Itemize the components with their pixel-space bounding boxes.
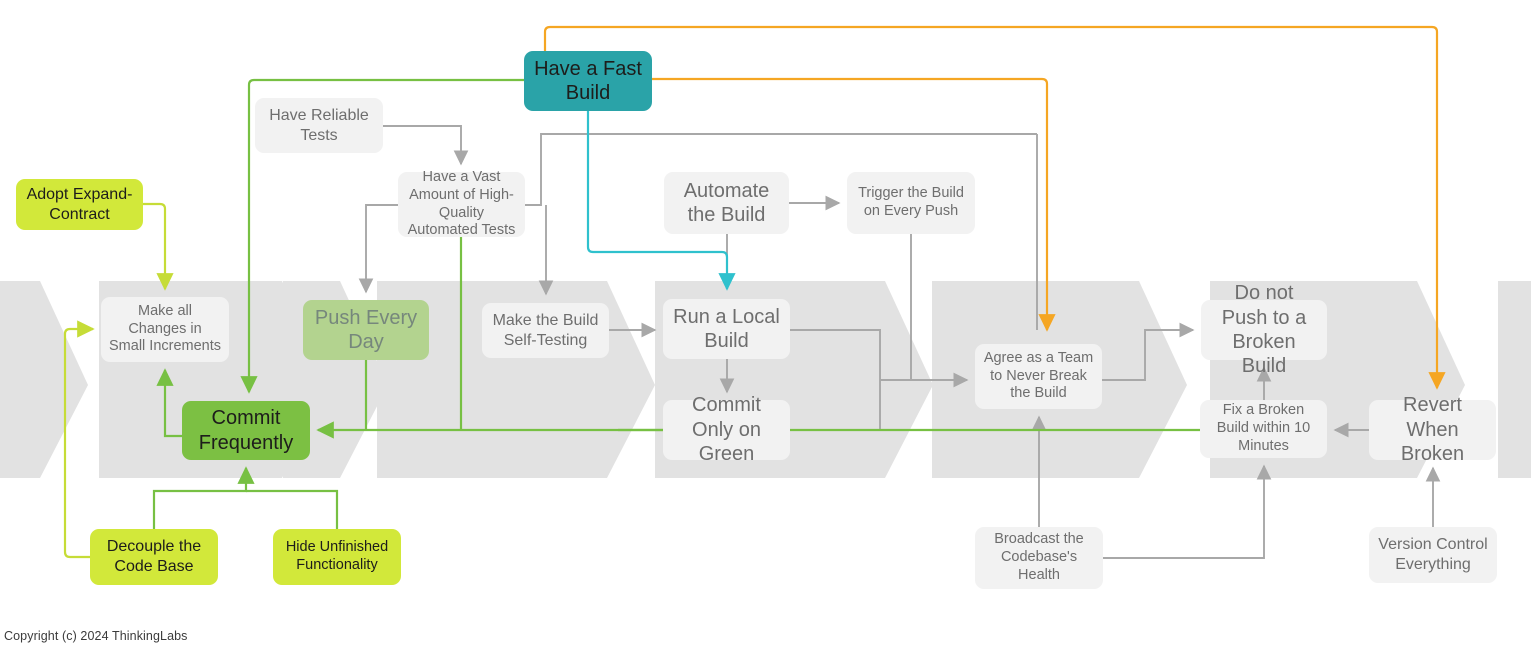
edge-adopt-expand-to-make-all-changes [143,202,174,291]
node-hide-unfinished-func[interactable]: Hide Unfinished Functionality [273,529,401,585]
node-revert-when-broken[interactable]: Revert When Broken [1369,394,1496,465]
node-trigger-build-every-push[interactable]: Trigger the Build on Every Push [847,172,975,234]
node-push-every-day[interactable]: Push Every Day [303,300,429,360]
node-decouple-code-base[interactable]: Decouple the Code Base [90,529,218,585]
node-version-control-everything[interactable]: Version Control Everything [1369,527,1497,583]
diagram-canvas: Have a Fast Build Have Reliable Tests Ha… [0,0,1531,653]
edge-broadcast-to-fix-broken-build [1103,464,1272,559]
node-automate-the-build[interactable]: Automate the Build [664,172,789,234]
band-edge-right [1498,281,1531,478]
node-adopt-expand-contract[interactable]: Adopt Expand-Contract [16,179,143,230]
edge-vast-amount-to-push-every-day [358,204,398,294]
node-agree-never-break-build[interactable]: Agree as a Team to Never Break the Build [975,344,1102,409]
node-make-build-self-testing[interactable]: Make the Build Self-Testing [482,303,609,358]
node-commit-only-on-green[interactable]: Commit Only on Green [663,394,790,465]
node-make-all-changes-small[interactable]: Make all Changes in Small Increments [101,297,229,362]
node-run-a-local-build[interactable]: Run a Local Build [663,299,790,359]
node-fix-broken-build-10-min[interactable]: Fix a Broken Build within 10 Minutes [1200,400,1327,458]
edge-reliable-tests-to-vast-amount [383,125,469,166]
copyright-notice: Copyright (c) 2024 ThinkingLabs [4,629,188,643]
node-commit-frequently[interactable]: Commit Frequently [182,401,310,460]
node-do-not-push-broken-build[interactable]: Do not Push to a Broken Build [1201,282,1327,377]
node-have-reliable-tests[interactable]: Have Reliable Tests [255,98,383,153]
band-edge-left [0,281,88,478]
node-have-a-fast-build[interactable]: Have a Fast Build [524,51,652,111]
edge-hide-unfinished-to-commit-frequently [246,489,339,529]
node-have-vast-amount-tests[interactable]: Have a Vast Amount of High-Quality Autom… [398,169,525,238]
node-broadcast-codebase-health[interactable]: Broadcast the Codebase's Health [975,527,1103,589]
